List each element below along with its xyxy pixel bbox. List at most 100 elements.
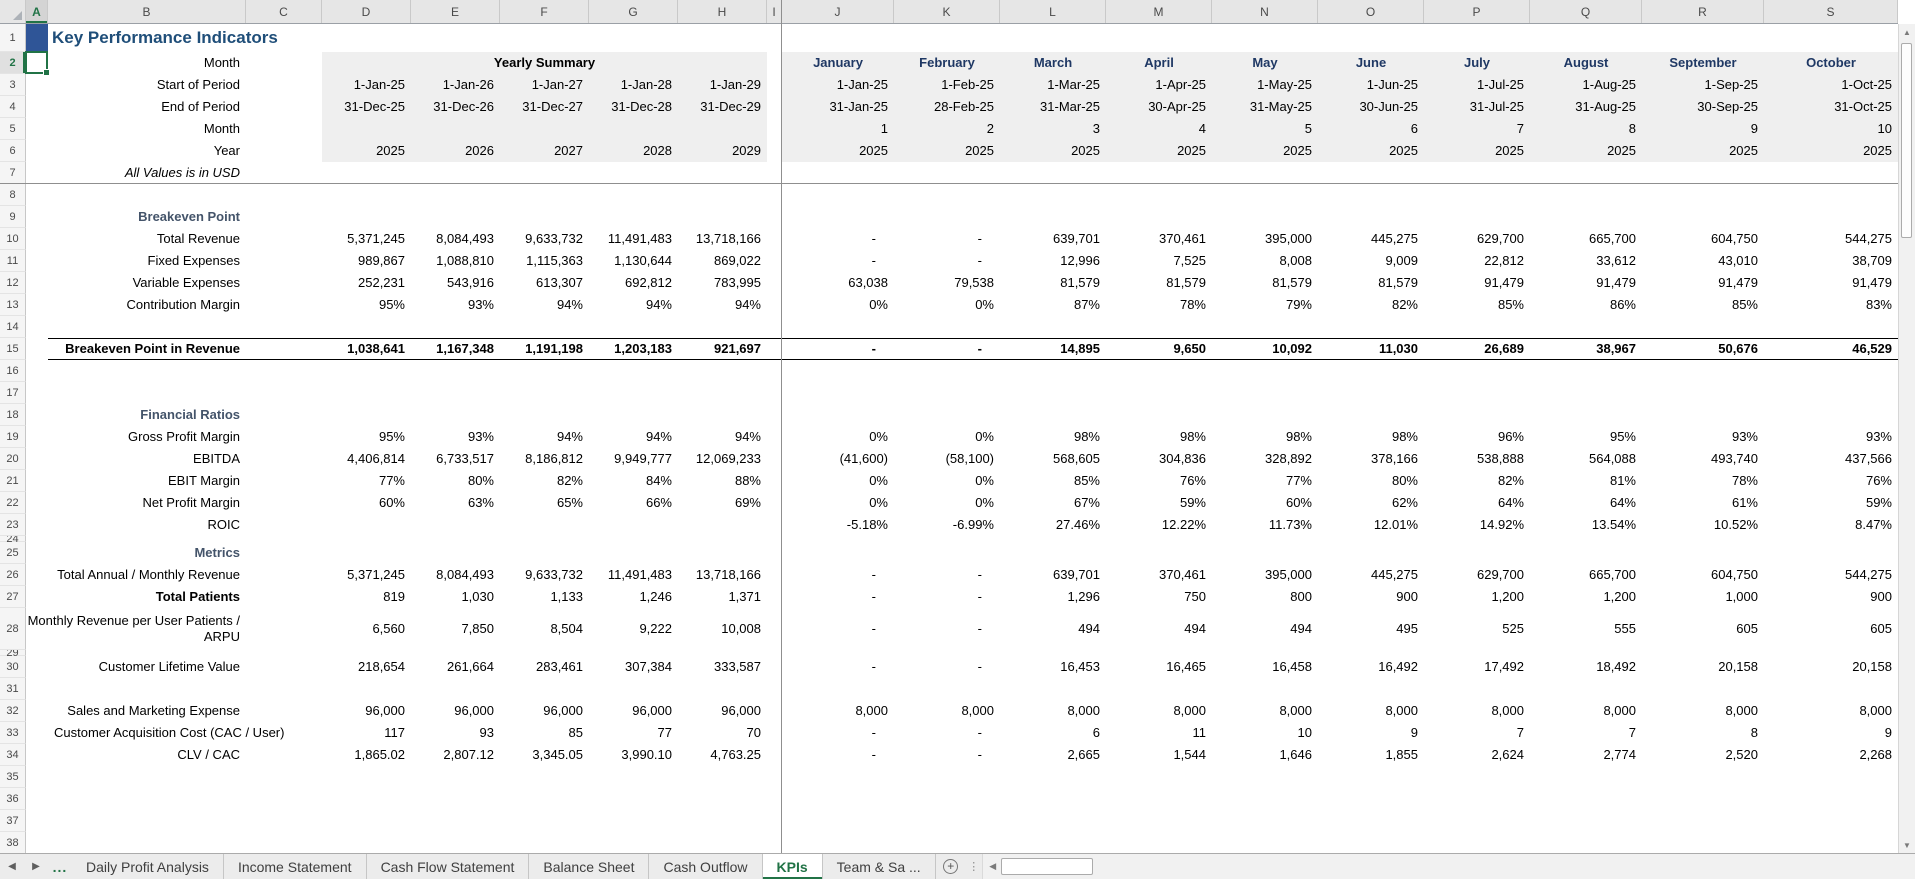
cell-O13[interactable]: 82%	[1318, 294, 1424, 316]
cell-R27[interactable]: 1,000	[1642, 586, 1764, 608]
tab-balance-sheet[interactable]: Balance Sheet	[529, 854, 650, 879]
cell-D2-H2-merged-yearly-summary[interactable]: Yearly Summary	[322, 52, 767, 74]
cell-B2[interactable]: Month	[48, 52, 246, 74]
cell-J32[interactable]: 8,000	[782, 700, 894, 722]
cell-R30[interactable]: 20,158	[1642, 656, 1764, 678]
cell-R4[interactable]: 30-Sep-25	[1642, 96, 1764, 118]
row-header-17[interactable]: 17	[0, 382, 26, 404]
cell-L23[interactable]: 27.46%	[1000, 514, 1106, 536]
row-header-14[interactable]: 14	[0, 316, 26, 338]
scroll-down-icon[interactable]: ▼	[1899, 837, 1915, 854]
cell-E13[interactable]: 93%	[411, 294, 500, 316]
cell-R20[interactable]: 493,740	[1642, 448, 1764, 470]
cell-L6[interactable]: 2025	[1000, 140, 1106, 162]
cell-C12[interactable]	[246, 272, 322, 294]
cell-J27[interactable]: -	[782, 586, 894, 608]
vertical-scrollbar[interactable]: ▲ ▼	[1898, 24, 1915, 854]
cell-G6[interactable]: 2028	[589, 140, 678, 162]
cell-E15[interactable]: 1,167,348	[411, 338, 500, 360]
cell-P6[interactable]: 2025	[1424, 140, 1530, 162]
cell-G3[interactable]: 1-Jan-28	[589, 74, 678, 96]
column-header-M[interactable]: M	[1106, 0, 1212, 23]
cell-C20[interactable]	[246, 448, 322, 470]
cell-G26[interactable]: 11,491,483	[589, 564, 678, 586]
cell-G21[interactable]: 84%	[589, 470, 678, 492]
cell-A27[interactable]	[26, 586, 48, 608]
cell-K23[interactable]: -6.99%	[894, 514, 1000, 536]
row-header-18[interactable]: 18	[0, 404, 26, 426]
cell-O26[interactable]: 445,275	[1318, 564, 1424, 586]
column-header-F[interactable]: F	[500, 0, 589, 23]
cell-I11[interactable]	[767, 250, 782, 272]
cell-G10[interactable]: 11,491,483	[589, 228, 678, 250]
row-header-22[interactable]: 22	[0, 492, 26, 514]
cell-E33[interactable]: 93	[411, 722, 500, 744]
cell-O28[interactable]: 495	[1318, 608, 1424, 650]
row-header-6[interactable]: 6	[0, 140, 26, 162]
cell-I30[interactable]	[767, 656, 782, 678]
cell-I4[interactable]	[767, 96, 782, 118]
select-all-corner[interactable]	[0, 0, 26, 23]
cell-Q34[interactable]: 2,774	[1530, 744, 1642, 766]
cell-P20[interactable]: 538,888	[1424, 448, 1530, 470]
cell-L34[interactable]: 2,665	[1000, 744, 1106, 766]
cell-A19[interactable]	[26, 426, 48, 448]
cell-B10[interactable]: Total Revenue	[48, 228, 246, 250]
cell-S21[interactable]: 76%	[1764, 470, 1898, 492]
cell-Q21[interactable]: 81%	[1530, 470, 1642, 492]
cell-D27[interactable]: 819	[322, 586, 411, 608]
cell-N12[interactable]: 81,579	[1212, 272, 1318, 294]
cell-M30[interactable]: 16,465	[1106, 656, 1212, 678]
row-header-33[interactable]: 33	[0, 722, 26, 744]
cell-I20[interactable]	[767, 448, 782, 470]
cell-K30[interactable]: -	[894, 656, 1000, 678]
cell-F34[interactable]: 3,345.05	[500, 744, 589, 766]
column-header-A[interactable]: A	[26, 0, 48, 23]
cell-S11[interactable]: 38,709	[1764, 250, 1898, 272]
cell-B33[interactable]: Customer Acquisition Cost (CAC / User)	[48, 722, 284, 744]
cell-G12[interactable]: 692,812	[589, 272, 678, 294]
row-header-28[interactable]: 28	[0, 608, 26, 650]
cell-I13[interactable]	[767, 294, 782, 316]
row-header-31[interactable]: 31	[0, 678, 26, 700]
cell-J21[interactable]: 0%	[782, 470, 894, 492]
cell-G30[interactable]: 307,384	[589, 656, 678, 678]
cell-L3[interactable]: 1-Mar-25	[1000, 74, 1106, 96]
cell-E5[interactable]	[411, 118, 500, 140]
cell-D23[interactable]	[322, 514, 411, 536]
cell-Q32[interactable]: 8,000	[1530, 700, 1642, 722]
cell-F21[interactable]: 82%	[500, 470, 589, 492]
cell-R2[interactable]: September	[1642, 52, 1764, 74]
cell-B4[interactable]: End of Period	[48, 96, 246, 118]
cell-Q11[interactable]: 33,612	[1530, 250, 1642, 272]
row-header-10[interactable]: 10	[0, 228, 26, 250]
cell-O6[interactable]: 2025	[1318, 140, 1424, 162]
cell-L10[interactable]: 639,701	[1000, 228, 1106, 250]
cell-Q33[interactable]: 7	[1530, 722, 1642, 744]
cell-H15[interactable]: 921,697	[678, 338, 767, 360]
cell-L5[interactable]: 3	[1000, 118, 1106, 140]
cell-A7[interactable]	[26, 162, 48, 184]
cell-G11[interactable]: 1,130,644	[589, 250, 678, 272]
cell-G13[interactable]: 94%	[589, 294, 678, 316]
cell-L11[interactable]: 12,996	[1000, 250, 1106, 272]
cell-H27[interactable]: 1,371	[678, 586, 767, 608]
cell-K3[interactable]: 1-Feb-25	[894, 74, 1000, 96]
cell-E20[interactable]: 6,733,517	[411, 448, 500, 470]
cell-N22[interactable]: 60%	[1212, 492, 1318, 514]
cell-O4[interactable]: 30-Jun-25	[1318, 96, 1424, 118]
cell-D19[interactable]: 95%	[322, 426, 411, 448]
row-header-12[interactable]: 12	[0, 272, 26, 294]
cell-O11[interactable]: 9,009	[1318, 250, 1424, 272]
cell-I2[interactable]	[767, 52, 782, 74]
cell-B11[interactable]: Fixed Expenses	[48, 250, 246, 272]
cell-C6[interactable]	[246, 140, 322, 162]
cell-O20[interactable]: 378,166	[1318, 448, 1424, 470]
cell-S5[interactable]: 10	[1764, 118, 1898, 140]
row-header-11[interactable]: 11	[0, 250, 26, 272]
cell-Q27[interactable]: 1,200	[1530, 586, 1642, 608]
cell-A32[interactable]	[26, 700, 48, 722]
cell-C27[interactable]	[246, 586, 322, 608]
cell-N32[interactable]: 8,000	[1212, 700, 1318, 722]
cell-B12[interactable]: Variable Expenses	[48, 272, 246, 294]
